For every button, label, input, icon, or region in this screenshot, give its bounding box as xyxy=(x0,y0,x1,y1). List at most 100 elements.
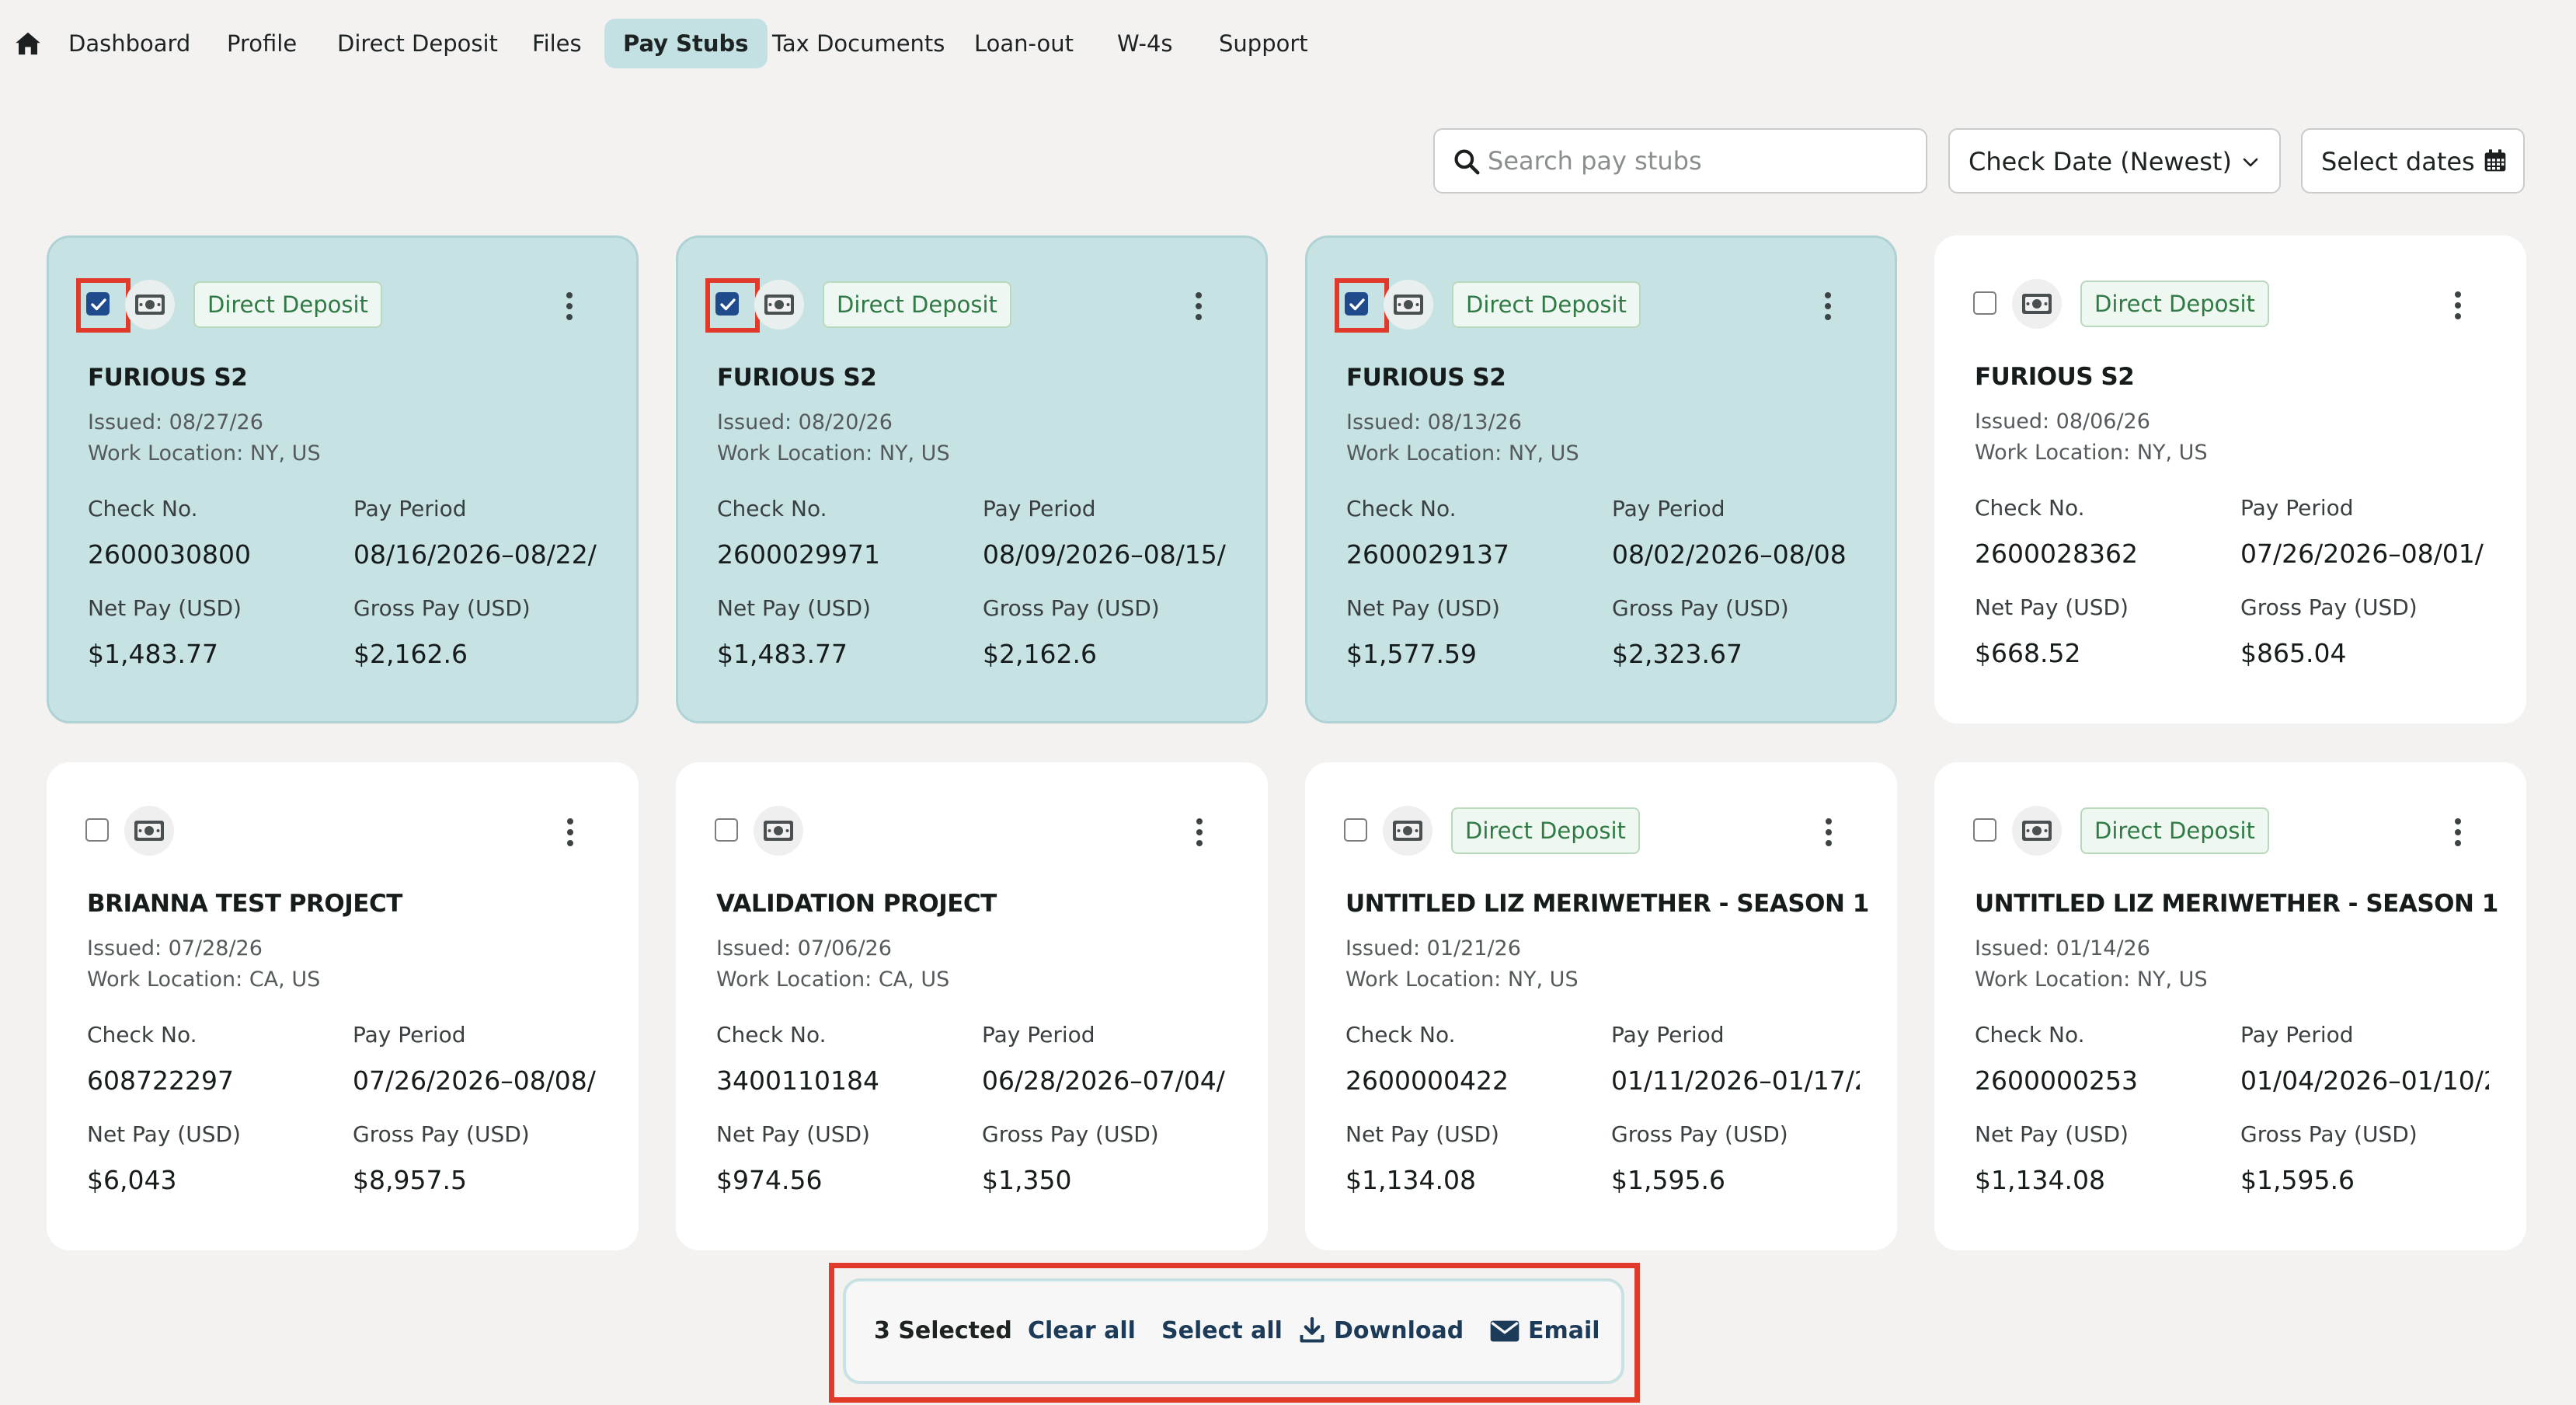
net-pay-value: $6,043 xyxy=(87,1165,177,1195)
pay-stub-card[interactable]: BRIANNA TEST PROJECT Issued: 07/28/26 Work… xyxy=(47,762,639,1250)
direct-deposit-badge: Direct Deposit xyxy=(1452,281,1641,328)
selection-action-bar: 3 Selected Clear all Select all Download… xyxy=(843,1278,1624,1384)
work-location: Work Location: NY, US xyxy=(717,441,950,465)
tab-pay-stubs[interactable]: Pay Stubs xyxy=(604,19,768,68)
cash-icon xyxy=(2012,806,2062,856)
check-no-value: 3400110184 xyxy=(716,1065,879,1096)
search-input[interactable] xyxy=(1488,141,1907,181)
email-label: Email xyxy=(1528,1317,1600,1344)
more-options-icon[interactable] xyxy=(1194,291,1203,322)
pay-period-value: 08/09/2026–08/15/ xyxy=(983,539,1226,570)
check-no-value: 2600000253 xyxy=(1975,1065,2138,1096)
more-options-icon[interactable] xyxy=(2453,290,2463,321)
gross-pay-label: Gross Pay (USD) xyxy=(2240,1121,2418,1147)
select-checkbox[interactable] xyxy=(1344,818,1367,842)
home-icon[interactable] xyxy=(14,28,42,59)
net-pay-value: $974.56 xyxy=(716,1165,823,1195)
work-location: Work Location: NY, US xyxy=(1346,441,1579,465)
pay-stub-card[interactable]: Direct Deposit FURIOUS S2 Issued: 08/06/26… xyxy=(1934,235,2526,723)
checkmark-icon xyxy=(720,298,736,311)
project-title: UNTITLED LIZ MERIWETHER - SEASON 1 xyxy=(1975,890,2498,918)
select-checkbox[interactable] xyxy=(1973,818,1996,842)
net-pay-value: $1,134.08 xyxy=(1345,1165,1476,1195)
pay-period-value: 01/11/2026–01/17/20 xyxy=(1611,1065,1860,1096)
issued-date: Issued: 07/28/26 xyxy=(87,936,263,960)
more-options-icon[interactable] xyxy=(1824,817,1833,848)
more-options-icon[interactable] xyxy=(1823,291,1833,322)
select-checkbox[interactable] xyxy=(1345,292,1368,316)
gross-pay-value: $2,323.67 xyxy=(1612,639,1742,669)
gross-pay-value: $1,350 xyxy=(982,1165,1072,1195)
check-no-label: Check No. xyxy=(1975,1022,2085,1048)
gross-pay-value: $1,595.6 xyxy=(1611,1165,1725,1195)
calendar-icon xyxy=(2484,149,2506,172)
check-no-label: Check No. xyxy=(1345,1022,1456,1048)
gross-pay-value: $1,595.6 xyxy=(2240,1165,2355,1195)
check-no-label: Check No. xyxy=(1975,495,2085,521)
pay-stub-card[interactable]: Direct Deposit FURIOUS S2 Issued: 08/27/26… xyxy=(47,235,639,723)
tab-profile[interactable]: Profile xyxy=(227,19,297,68)
search-box[interactable] xyxy=(1433,128,1927,193)
more-options-icon[interactable] xyxy=(1195,817,1204,848)
select-checkbox[interactable] xyxy=(86,292,110,316)
envelope-icon xyxy=(1490,1320,1519,1342)
pay-stub-card[interactable]: Direct Deposit UNTITLED LIZ MERIWETHER - … xyxy=(1305,762,1897,1250)
tab-files[interactable]: Files xyxy=(532,19,582,68)
pay-period-value: 08/02/2026–08/08 xyxy=(1612,539,1847,570)
select-checkbox[interactable] xyxy=(85,818,109,842)
select-dates-label: Select dates xyxy=(2321,147,2475,176)
tab-w4s[interactable]: W-4s xyxy=(1117,19,1173,68)
pay-stub-card[interactable]: Direct Deposit FURIOUS S2 Issued: 08/20/26… xyxy=(676,235,1268,723)
direct-deposit-badge: Direct Deposit xyxy=(2080,807,2269,854)
gross-pay-value: $865.04 xyxy=(2240,638,2347,668)
cash-icon xyxy=(1383,806,1432,856)
check-no-value: 2600028362 xyxy=(1975,539,2138,569)
clear-all-button[interactable]: Clear all xyxy=(1028,1317,1136,1344)
gross-pay-label: Gross Pay (USD) xyxy=(353,595,531,621)
cash-icon xyxy=(2012,279,2062,329)
net-pay-label: Net Pay (USD) xyxy=(717,595,871,621)
work-location: Work Location: CA, US xyxy=(87,967,321,992)
tab-tax-documents[interactable]: Tax Documents xyxy=(772,19,945,68)
select-checkbox[interactable] xyxy=(715,818,738,842)
check-no-label: Check No. xyxy=(88,496,198,521)
work-location: Work Location: NY, US xyxy=(1345,967,1579,992)
issued-date: Issued: 07/06/26 xyxy=(716,936,892,960)
net-pay-value: $1,483.77 xyxy=(717,639,848,669)
tab-direct-deposit[interactable]: Direct Deposit xyxy=(337,19,498,68)
gross-pay-label: Gross Pay (USD) xyxy=(983,595,1160,621)
net-pay-label: Net Pay (USD) xyxy=(87,1121,241,1147)
work-location: Work Location: NY, US xyxy=(88,441,321,465)
select-all-button[interactable]: Select all xyxy=(1161,1317,1283,1344)
project-title: FURIOUS S2 xyxy=(717,364,877,392)
issued-date: Issued: 08/06/26 xyxy=(1975,410,2150,434)
pay-stub-card[interactable]: VALIDATION PROJECT Issued: 07/06/26 Work L… xyxy=(676,762,1268,1250)
tab-support[interactable]: Support xyxy=(1219,19,1308,68)
direct-deposit-badge: Direct Deposit xyxy=(823,281,1011,328)
pay-stub-card[interactable]: Direct Deposit FURIOUS S2 Issued: 08/13/26… xyxy=(1305,235,1897,723)
check-no-label: Check No. xyxy=(717,496,827,521)
pay-period-value: 07/26/2026–08/01/ xyxy=(2240,539,2484,569)
pay-period-label: Pay Period xyxy=(1612,496,1725,521)
sort-dropdown[interactable]: Check Date (Newest) xyxy=(1948,128,2281,193)
select-dates-button[interactable]: Select dates xyxy=(2301,128,2525,193)
selected-count: 3 Selected xyxy=(874,1317,1012,1344)
tab-loan-out[interactable]: Loan-out xyxy=(974,19,1074,68)
project-title: FURIOUS S2 xyxy=(1346,364,1506,392)
more-options-icon[interactable] xyxy=(565,291,574,322)
pay-period-label: Pay Period xyxy=(983,496,1096,521)
gross-pay-label: Gross Pay (USD) xyxy=(1612,595,1789,621)
check-no-value: 2600029137 xyxy=(1346,539,1509,570)
select-checkbox[interactable] xyxy=(715,292,739,316)
project-title: FURIOUS S2 xyxy=(1975,363,2135,391)
work-location: Work Location: NY, US xyxy=(1975,967,2208,992)
net-pay-label: Net Pay (USD) xyxy=(1975,1121,2129,1147)
tab-dashboard[interactable]: Dashboard xyxy=(68,19,190,68)
select-checkbox[interactable] xyxy=(1973,291,1996,315)
gross-pay-label: Gross Pay (USD) xyxy=(2240,594,2418,620)
more-options-icon[interactable] xyxy=(566,817,575,848)
more-options-icon[interactable] xyxy=(2453,817,2463,848)
pay-period-label: Pay Period xyxy=(353,496,467,521)
gross-pay-value: $2,162.6 xyxy=(983,639,1097,669)
pay-stub-card[interactable]: Direct Deposit UNTITLED LIZ MERIWETHER - … xyxy=(1934,762,2526,1250)
